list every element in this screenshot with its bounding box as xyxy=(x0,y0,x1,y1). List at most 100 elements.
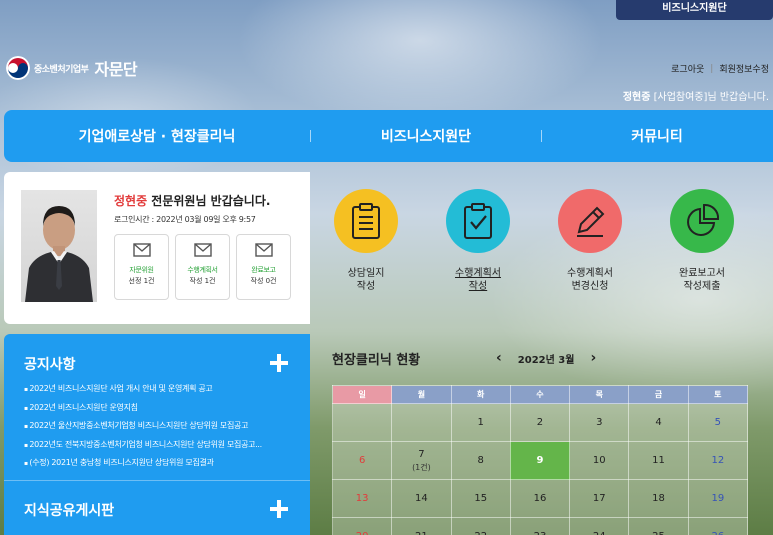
status-box-label: 자문위원 xyxy=(129,266,154,274)
status-box-report[interactable]: 완료보고 작성 0건 xyxy=(236,234,291,300)
calendar-day[interactable]: 10 xyxy=(569,441,630,480)
calendar-day[interactable]: 15 xyxy=(450,479,511,518)
notice-item[interactable]: (수정) 2021년 충남청 비즈니스지원단 상담위원 모집결과 xyxy=(24,454,296,473)
calendar-day-with-event[interactable]: 7 (1건) xyxy=(391,441,452,480)
edit-profile-link[interactable]: 회원정보수정 xyxy=(719,62,769,75)
nav-item-consulting[interactable]: 기업애로상담 · 현장클리닉 xyxy=(4,126,310,146)
weekday-header: 일 xyxy=(331,385,393,404)
welcome-role: [사업참여중] xyxy=(653,92,708,103)
calendar-day[interactable]: 19 xyxy=(687,479,749,518)
quick-final-report[interactable]: 완료보고서 작성제출 xyxy=(646,172,758,324)
profile-greeting: 정현중 전문위원님 반갑습니다. xyxy=(114,192,270,209)
calendar-day[interactable]: 17 xyxy=(569,479,630,518)
pie-chart-icon xyxy=(670,189,734,253)
quick-label: 수행계획서 변경신청 xyxy=(567,268,613,292)
knowledge-board-title[interactable]: 지식공유게시판 xyxy=(24,500,114,520)
calendar-day[interactable]: 13 xyxy=(331,479,393,518)
weekday-header: 화 xyxy=(450,385,511,404)
notice-title[interactable]: 공지사항 xyxy=(24,354,76,374)
utility-links: 로그아웃 | 회원정보수정 xyxy=(671,62,769,76)
calendar-day[interactable]: 3 xyxy=(569,403,630,442)
profile-panel: 정현중 전문위원님 반갑습니다. 로그인시간 : 2022년 03월 09일 오… xyxy=(4,172,310,324)
nav-item-community[interactable]: 커뮤니티 xyxy=(542,126,772,146)
calendar-day[interactable]: 16 xyxy=(509,479,571,518)
envelope-icon xyxy=(193,243,212,257)
calendar-day[interactable]: 5 xyxy=(687,403,749,442)
quick-label: 수행계획서 작성 xyxy=(455,268,501,292)
clipboard-icon xyxy=(334,189,398,253)
envelope-icon xyxy=(132,243,151,257)
site-logo[interactable]: 중소벤처기업부 자문단 xyxy=(6,56,138,80)
calendar-day[interactable]: 25 xyxy=(628,517,689,535)
calendar-day[interactable]: 20 xyxy=(331,517,393,535)
calendar-weekday-row: 일 월 화 수 목 금 토 xyxy=(331,385,749,404)
notice-item[interactable]: 2022년 울산지방중소벤처기업청 비즈니스지원단 상담위원 모집공고 xyxy=(24,417,296,436)
calendar-day[interactable]: 23 xyxy=(509,517,571,535)
status-box-plan[interactable]: 수행계획서 작성 1건 xyxy=(175,234,230,300)
calendar-title: 현장클리닉 현황 xyxy=(332,353,421,368)
nav-item-business-support[interactable]: 비즈니스지원단 xyxy=(311,126,541,146)
weekday-header: 수 xyxy=(509,385,571,404)
calendar-day[interactable] xyxy=(331,403,393,442)
next-month-chevron-right-icon[interactable]: › xyxy=(590,350,596,366)
calendar-week-row: 13 14 15 16 17 18 19 xyxy=(331,479,749,518)
quick-plan-write[interactable]: 수행계획서 작성 xyxy=(422,172,534,324)
status-box-count: 선정 1건 xyxy=(128,277,155,285)
calendar-day[interactable]: 8 xyxy=(450,441,511,480)
knowledge-more-plus-icon[interactable] xyxy=(270,500,288,518)
day-number: 7 xyxy=(418,448,425,460)
quick-label: 완료보고서 작성제출 xyxy=(679,268,725,292)
calendar-day[interactable]: 22 xyxy=(450,517,511,535)
calendar-day[interactable]: 1 xyxy=(450,403,511,442)
calendar-day[interactable] xyxy=(391,403,452,442)
prev-month-chevron-left-icon[interactable]: ‹ xyxy=(496,350,502,366)
site-title: 자문단 xyxy=(94,60,138,79)
notice-item[interactable]: 2022년 비즈니스지원단 운영지침 xyxy=(24,399,296,418)
panel-divider xyxy=(4,480,310,481)
calendar-month-label: 2022년 3월 xyxy=(517,354,575,366)
notice-more-plus-icon[interactable] xyxy=(270,354,288,372)
calendar-day[interactable]: 14 xyxy=(391,479,452,518)
main-navigation: 기업애로상담 · 현장클리닉 비즈니스지원단 커뮤니티 xyxy=(4,110,773,162)
calendar-day[interactable]: 21 xyxy=(391,517,452,535)
calendar-day[interactable]: 24 xyxy=(569,517,630,535)
calendar-day[interactable]: 18 xyxy=(628,479,689,518)
profile-name: 정현중 xyxy=(114,194,148,208)
notice-item[interactable]: 2022년 비즈니스지원단 사업 개시 안내 및 운영계획 공고 xyxy=(24,380,296,399)
weekday-header: 목 xyxy=(569,385,630,404)
government-emblem-icon xyxy=(6,56,30,80)
util-separator: | xyxy=(710,63,714,74)
top-tab-business-support[interactable]: 비즈니스지원단 xyxy=(616,0,773,20)
calendar-table: 일 월 화 수 목 금 토 1 2 3 4 5 6 7 (1건) 8 9 10 1… xyxy=(331,385,749,535)
notice-item[interactable]: 2022년도 전북지방중소벤처기업청 비즈니스지원단 상담위원 모집공고... xyxy=(24,436,296,455)
quick-plan-change[interactable]: 수행계획서 변경신청 xyxy=(534,172,646,324)
calendar-day[interactable]: 4 xyxy=(628,403,689,442)
logout-link[interactable]: 로그아웃 xyxy=(671,62,704,75)
calendar-day[interactable]: 11 xyxy=(628,441,689,480)
weekday-header: 토 xyxy=(687,385,749,404)
status-box-advisor[interactable]: 자문위원 선정 1건 xyxy=(114,234,169,300)
calendar-day[interactable]: 26 xyxy=(687,517,749,535)
calendar-day[interactable]: 6 xyxy=(331,441,393,480)
event-count[interactable]: (1건) xyxy=(392,462,450,473)
ministry-name: 중소벤처기업부 xyxy=(34,64,89,75)
status-box-count: 작성 0건 xyxy=(250,277,277,285)
status-boxes: 자문위원 선정 1건 수행계획서 작성 1건 완료보고 작성 0건 xyxy=(114,234,291,300)
calendar-day-today[interactable]: 9 xyxy=(509,441,571,480)
welcome-name: 정현중 xyxy=(622,92,651,103)
notice-list: 2022년 비즈니스지원단 사업 개시 안내 및 운영계획 공고 2022년 비… xyxy=(24,380,296,473)
welcome-suffix: 님 반갑습니다. xyxy=(707,92,769,103)
calendar-day[interactable]: 12 xyxy=(687,441,749,480)
calendar-week-row: 20 21 22 23 24 25 26 xyxy=(331,517,749,535)
calendar-day[interactable]: 2 xyxy=(509,403,571,442)
calendar-week-row: 1 2 3 4 5 xyxy=(331,403,749,442)
weekday-header: 월 xyxy=(391,385,452,404)
quick-consult-log[interactable]: 상담일지 작성 xyxy=(310,172,422,324)
status-box-label: 수행계획서 xyxy=(187,266,218,274)
envelope-icon xyxy=(254,243,273,257)
notice-panel: 공지사항 2022년 비즈니스지원단 사업 개시 안내 및 운영계획 공고 20… xyxy=(4,334,310,535)
status-box-count: 작성 1건 xyxy=(189,277,216,285)
login-time: 로그인시간 : 2022년 03월 09일 오후 9:57 xyxy=(114,215,256,224)
welcome-message: 정현중 [사업참여중]님 반갑습니다. xyxy=(623,88,769,103)
clipboard-check-icon xyxy=(446,189,510,253)
